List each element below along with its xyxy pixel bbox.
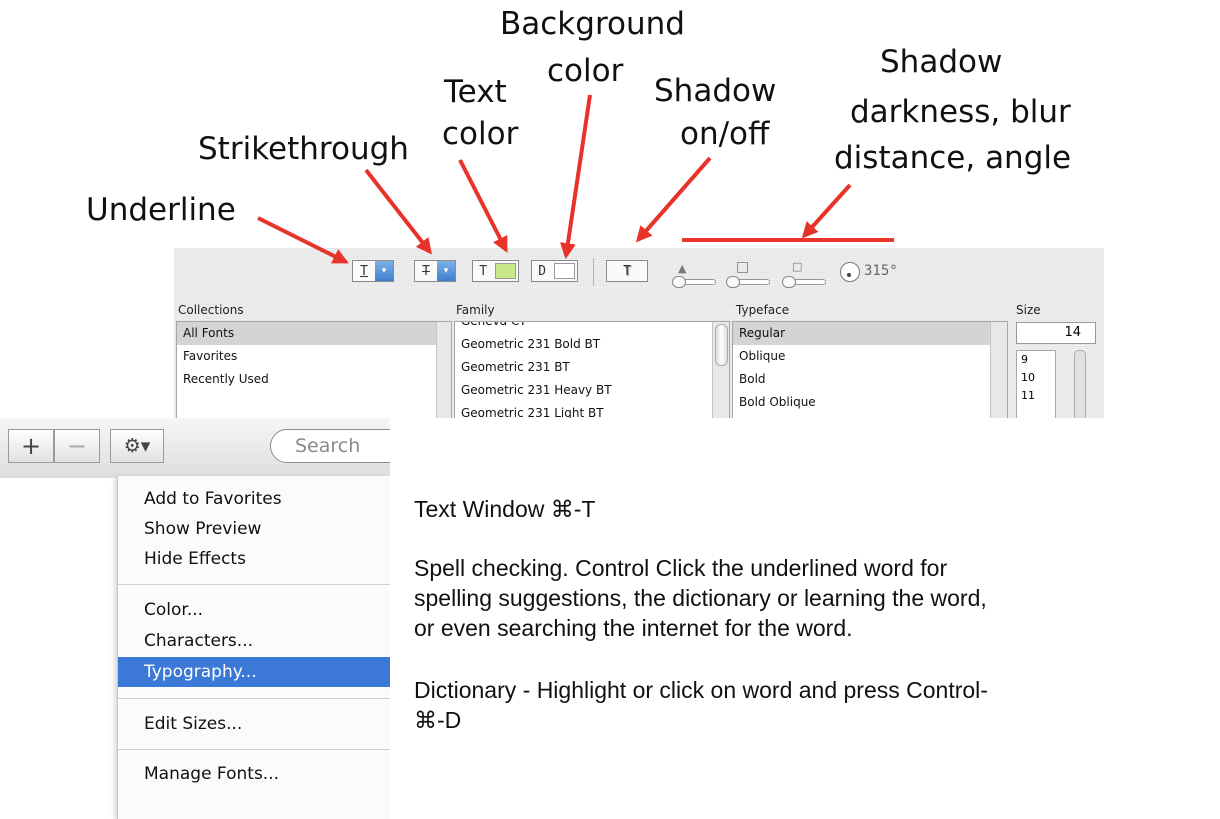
note-dictionary-2: ⌘-D	[414, 707, 462, 733]
size-field[interactable]: 14	[1016, 322, 1096, 344]
shadow-darkness-slider[interactable]	[672, 276, 716, 288]
chevron-down-icon[interactable]: ▾	[437, 261, 455, 281]
note-text-window: Text Window ⌘-T	[414, 496, 596, 522]
collections-list: All Fonts Favorites Recently Used	[176, 321, 452, 418]
strikethrough-arrow	[364, 168, 432, 255]
menu-item-edit-sizes[interactable]: Edit Sizes...	[118, 709, 390, 739]
collections-toolbar: + − ⚙▾ Search	[0, 418, 390, 478]
remove-collection-button[interactable]: −	[54, 429, 100, 463]
slider-knob[interactable]	[726, 276, 740, 288]
font-actions-popup: + − ⚙▾ Search Add to Favorites Show Prev…	[0, 418, 390, 819]
dial-dot	[847, 273, 851, 277]
underline-callout: Underline	[86, 192, 236, 228]
list-item[interactable]: Geometric 231 Bold BT	[455, 333, 729, 356]
menu-item-hide-effects[interactable]: Hide Effects	[118, 544, 390, 574]
slider-knob[interactable]	[782, 276, 796, 288]
shadow-angle-value: 315°	[864, 263, 898, 279]
menu-item-add-to-favorites[interactable]: Add to Favorites	[118, 484, 390, 514]
plus-icon: +	[20, 432, 42, 460]
collections-header: Collections	[178, 303, 244, 317]
shadow-blur-slider[interactable]	[726, 276, 770, 288]
shadow-distance-icon: □	[792, 260, 803, 273]
list-item[interactable]: Geometric 231 Heavy BT	[455, 379, 729, 402]
background-color-button[interactable]: D	[531, 260, 578, 282]
typeface-header: Typeface	[736, 303, 790, 317]
underline-icon: T	[360, 263, 368, 279]
note-dictionary-1: Dictionary - Highlight or click on word …	[414, 677, 988, 703]
underline-button[interactable]: T ▾	[352, 260, 394, 282]
typeface-list: Regular Oblique Bold Bold Oblique	[732, 321, 1008, 418]
list-item[interactable]: All Fonts	[177, 322, 451, 345]
shadow-blur-icon: □	[736, 259, 750, 275]
shadow-distance-slider[interactable]	[782, 276, 826, 288]
shadow-icon: T	[623, 263, 631, 279]
list-item[interactable]: Oblique	[733, 345, 1007, 368]
menu-item-color[interactable]: Color...	[118, 595, 390, 625]
text-color-swatch	[495, 263, 516, 279]
list-item[interactable]: Bold	[733, 368, 1007, 391]
menu-item-typography[interactable]: Typography...	[118, 657, 390, 687]
add-collection-button[interactable]: +	[8, 429, 54, 463]
scrollbar-thumb[interactable]	[715, 324, 728, 366]
toolbar-divider	[593, 258, 594, 286]
text-color-arrow	[458, 159, 508, 253]
minus-icon: −	[66, 432, 88, 460]
list-item[interactable]: Geometric 231 BT	[455, 356, 729, 379]
background-color-arrow	[559, 94, 592, 260]
family-header: Family	[456, 303, 495, 317]
list-item[interactable]: Bold Oblique	[733, 391, 1007, 414]
list-item[interactable]: 11	[1017, 387, 1055, 405]
shadow-onoff-arrow	[635, 156, 712, 243]
document-icon: D	[538, 263, 547, 279]
list-item[interactable]: Geneva CY	[455, 322, 729, 333]
list-item[interactable]: Favorites	[177, 345, 451, 368]
text-color-button[interactable]: T	[472, 260, 519, 282]
background-color-swatch	[554, 263, 575, 279]
list-item[interactable]: 9	[1017, 351, 1055, 369]
chevron-down-icon[interactable]: ▾	[375, 261, 393, 281]
size-slider[interactable]	[1074, 350, 1086, 418]
text-color-icon: T	[479, 263, 488, 279]
strikethrough-callout: Strikethrough	[198, 131, 409, 167]
shadow-angle-dial[interactable]	[840, 262, 860, 282]
shadow-toggle-button[interactable]: T	[606, 260, 648, 282]
size-header: Size	[1016, 303, 1041, 317]
menu-item-characters[interactable]: Characters...	[118, 626, 390, 656]
note-spell-checking-1: Spell checking. Control Click the underl…	[414, 555, 948, 581]
shadow-settings-arrow	[801, 183, 852, 239]
menu-separator	[118, 584, 390, 585]
note-spell-checking-2: spelling suggestions, the dictionary or …	[414, 585, 987, 611]
menu-separator	[118, 749, 390, 750]
font-panel: T ▾ T ▾ T D T ▲ □ □ 315° Collections Fam…	[174, 248, 1104, 418]
action-menu-button[interactable]: ⚙▾	[110, 429, 164, 463]
list-item[interactable]: Recently Used	[177, 368, 451, 391]
scrollbar[interactable]	[990, 322, 1007, 418]
slider-knob[interactable]	[672, 276, 686, 288]
note-spell-checking-3: or even searching the internet for the w…	[414, 615, 853, 641]
search-field[interactable]: Search	[270, 429, 390, 463]
strikethrough-icon: T	[422, 263, 430, 279]
scrollbar[interactable]	[712, 322, 729, 418]
list-item[interactable]: 10	[1017, 369, 1055, 387]
strikethrough-button[interactable]: T ▾	[414, 260, 456, 282]
action-menu: Add to Favorites Show Preview Hide Effec…	[117, 476, 390, 819]
menu-item-manage-fonts[interactable]: Manage Fonts...	[118, 759, 390, 789]
list-item[interactable]: Geometric 231 Light BT	[455, 402, 729, 418]
font-effects-toolbar: T ▾ T ▾ T D T ▲ □ □ 315°	[174, 248, 1104, 298]
shadow-darkness-icon: ▲	[678, 262, 687, 275]
scrollbar[interactable]	[436, 322, 451, 418]
size-list: 9 10 11	[1016, 350, 1056, 418]
list-item[interactable]: Regular	[733, 322, 1007, 345]
menu-item-show-preview[interactable]: Show Preview	[118, 514, 390, 544]
gear-icon: ⚙▾	[123, 435, 151, 457]
menu-separator	[118, 698, 390, 699]
family-list: Geneva CY Geometric 231 Bold BT Geometri…	[454, 321, 730, 418]
